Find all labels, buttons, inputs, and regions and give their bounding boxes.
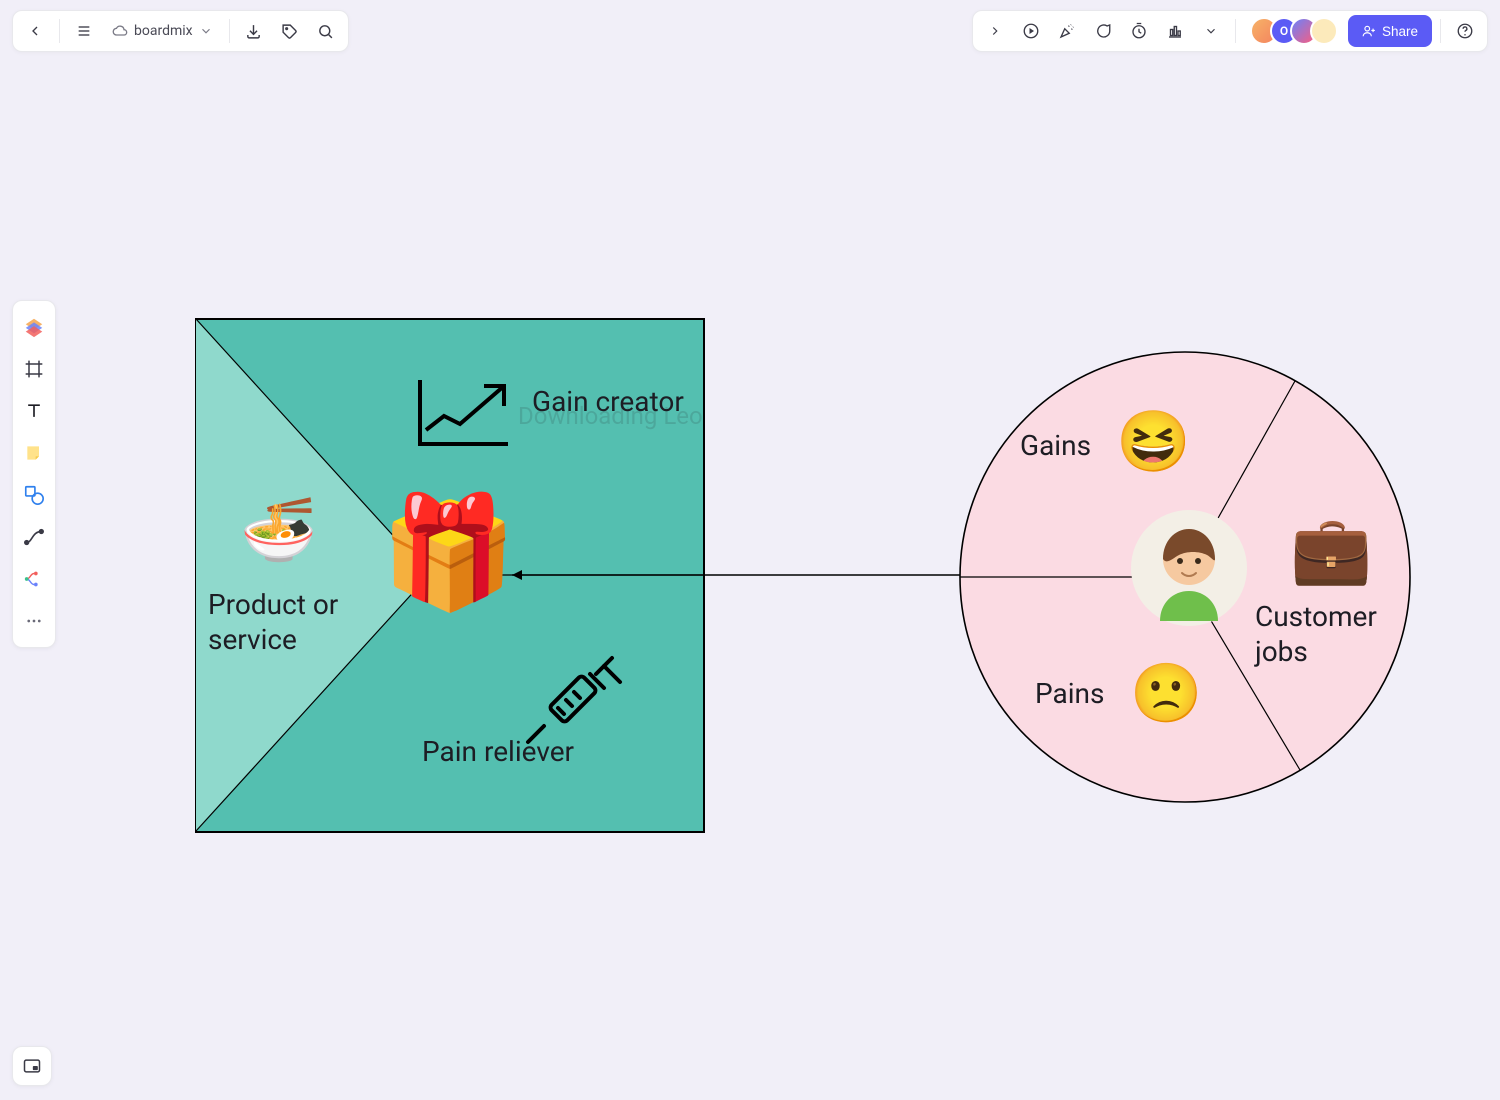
- pain-reliever-label[interactable]: Pain reliever: [422, 734, 574, 769]
- watermark: Downloading Leo: [518, 401, 703, 431]
- product-service-label[interactable]: Product or service: [208, 587, 358, 657]
- pains-label[interactable]: Pains: [1035, 676, 1104, 711]
- canvas[interactable]: 🎁 🍜 😆 🙁 💼 Product or se: [0, 0, 1500, 1100]
- gift-icon: 🎁: [380, 498, 517, 608]
- frowning-emoji-icon: 🙁: [1130, 665, 1202, 723]
- gains-label[interactable]: Gains: [1020, 428, 1091, 463]
- chart-up-icon: [412, 372, 512, 452]
- noodle-cup-icon: 🍜: [240, 500, 317, 562]
- person-avatar-icon: [1130, 509, 1248, 627]
- customer-jobs-label[interactable]: Customer jobs: [1255, 599, 1425, 669]
- connector-arrow[interactable]: [500, 565, 970, 585]
- laughing-emoji-icon: 😆: [1116, 412, 1191, 472]
- briefcase-icon: 💼: [1290, 518, 1372, 584]
